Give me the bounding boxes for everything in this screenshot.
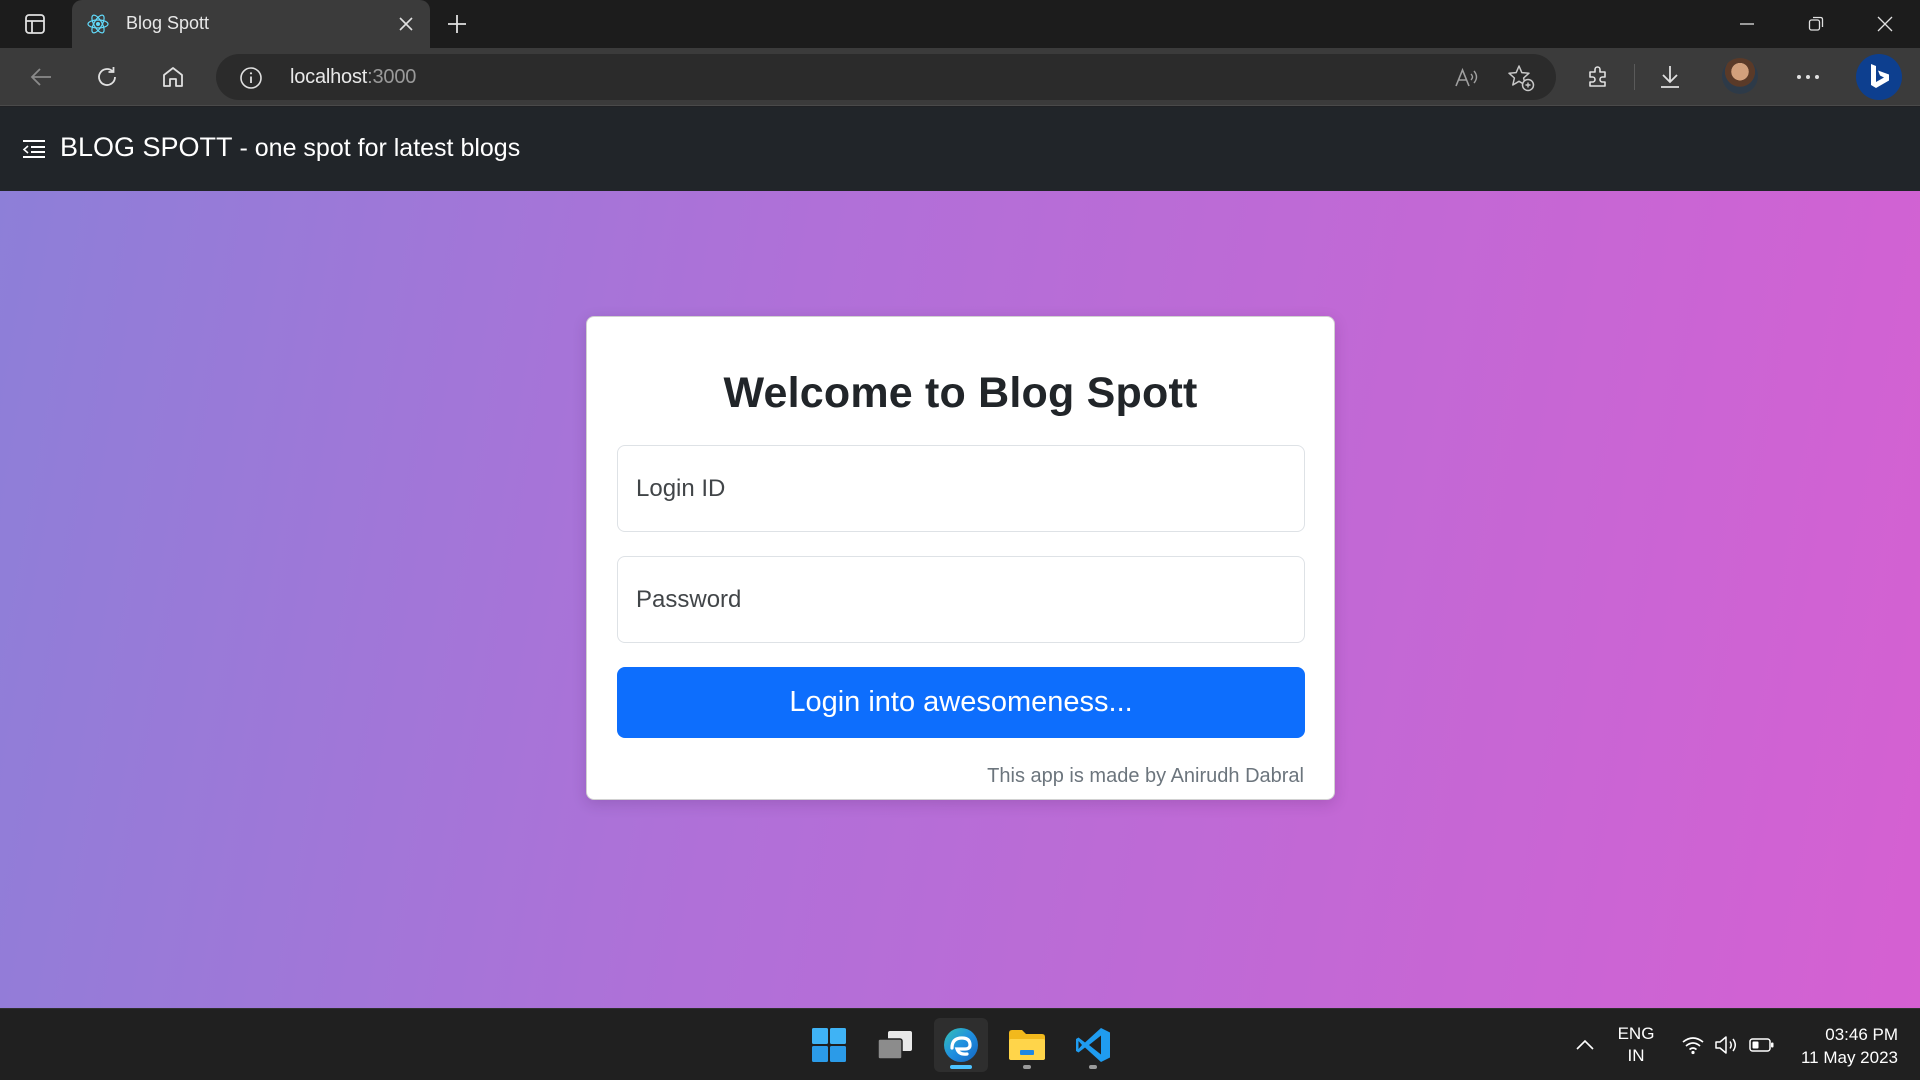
download-icon (1661, 66, 1679, 88)
new-tab-button[interactable] (441, 9, 473, 39)
downloads-button[interactable] (1651, 59, 1689, 95)
brand-tagline: - one spot for latest blogs (232, 134, 521, 162)
back-button[interactable] (22, 59, 60, 95)
home-icon (163, 67, 183, 87)
language-code: ENG (1617, 1024, 1655, 1043)
tab-title: Blog Spott (126, 13, 210, 33)
edge-icon (944, 1028, 978, 1062)
sidebar-toggle-button[interactable] (20, 135, 48, 163)
battery-status[interactable] (1748, 1031, 1776, 1059)
info-icon (240, 67, 262, 89)
url-text[interactable]: localhost:3000 (290, 66, 416, 89)
close-window-button[interactable] (1851, 0, 1919, 48)
close-icon (1877, 16, 1893, 32)
windows-start-icon (812, 1028, 846, 1062)
vscode-icon (1076, 1028, 1110, 1062)
refresh-button[interactable] (88, 59, 126, 95)
login-id-input[interactable] (617, 445, 1305, 532)
page-background: Welcome to Blog Spott Login into awesome… (0, 191, 1920, 1008)
volume-control[interactable] (1713, 1031, 1741, 1059)
running-indicator (950, 1065, 972, 1069)
settings-more-button[interactable] (1789, 59, 1827, 95)
restore-button[interactable] (1782, 0, 1850, 48)
bing-icon (1871, 64, 1889, 88)
language-indicator[interactable]: ENG IN (1610, 1023, 1662, 1067)
author-credit: This app is made by Anirudh Dabral (987, 765, 1304, 787)
system-clock[interactable]: 03:46 PM 11 May 2023 (1801, 1023, 1898, 1069)
tab-actions-button[interactable] (18, 10, 52, 38)
file-explorer-icon (1009, 1030, 1045, 1060)
chevron-up-icon (1576, 1039, 1594, 1050)
url-port: :3000 (367, 66, 417, 88)
taskbar-app-vscode[interactable] (1066, 1018, 1120, 1072)
close-icon (399, 17, 413, 31)
restore-icon (1808, 16, 1824, 31)
add-favorite-icon (1508, 65, 1535, 92)
running-indicator (1089, 1065, 1097, 1069)
region-code: IN (1627, 1046, 1645, 1065)
browser-toolbar: localhost:3000 (0, 48, 1920, 106)
back-arrow-icon (30, 68, 51, 86)
browser-tab-strip: Blog Spott (0, 0, 1920, 48)
minimize-icon (1740, 23, 1754, 25)
plus-icon (448, 15, 466, 33)
task-view-button[interactable] (868, 1018, 922, 1072)
login-card: Welcome to Blog Spott Login into awesome… (586, 316, 1335, 800)
taskbar-app-edge[interactable] (934, 1018, 988, 1072)
start-button[interactable] (802, 1018, 856, 1072)
menu-icon (22, 140, 45, 158)
tab-close-button[interactable] (392, 10, 420, 38)
extensions-icon (1589, 66, 1606, 87)
wifi-icon (1682, 1037, 1704, 1055)
read-aloud-icon (1455, 67, 1478, 87)
login-button[interactable]: Login into awesomeness... (617, 667, 1305, 738)
profile-avatar[interactable] (1722, 58, 1758, 94)
tab-actions-icon (25, 14, 45, 34)
network-status[interactable] (1679, 1031, 1707, 1059)
bing-copilot-button[interactable] (1856, 54, 1902, 100)
home-button[interactable] (154, 59, 192, 95)
volume-icon (1715, 1036, 1736, 1054)
refresh-icon (98, 67, 116, 86)
site-info-button[interactable] (238, 65, 264, 91)
url-host: localhost (290, 66, 368, 88)
extensions-button[interactable] (1579, 59, 1617, 95)
windows-taskbar: ENG IN 03:46 PM 11 May 2023 (0, 1008, 1920, 1080)
task-view-icon (877, 1031, 912, 1060)
more-icon (1797, 75, 1819, 79)
running-indicator (1023, 1065, 1031, 1069)
react-icon (87, 14, 109, 34)
minimize-button[interactable] (1713, 0, 1781, 48)
add-favorite-button[interactable] (1506, 63, 1536, 93)
taskbar-app-file-explorer[interactable] (1000, 1018, 1054, 1072)
login-title: Welcome to Blog Spott (723, 369, 1198, 417)
clock-time: 03:46 PM (1825, 1025, 1898, 1044)
brand-name: BLOG SPOTT (60, 132, 233, 162)
clock-date: 11 May 2023 (1800, 1048, 1898, 1067)
show-hidden-icons-button[interactable] (1571, 1031, 1599, 1059)
toolbar-separator (1634, 64, 1635, 90)
battery-icon (1749, 1038, 1774, 1052)
password-input[interactable] (617, 556, 1305, 643)
address-bar[interactable]: localhost:3000 (216, 54, 1556, 100)
navbar-brand[interactable]: BLOG SPOTT - one spot for latest blogs (60, 132, 520, 163)
app-navbar: BLOG SPOTT - one spot for latest blogs (0, 107, 1920, 191)
browser-tab-active[interactable]: Blog Spott (72, 0, 430, 48)
read-aloud-button[interactable] (1452, 63, 1482, 93)
